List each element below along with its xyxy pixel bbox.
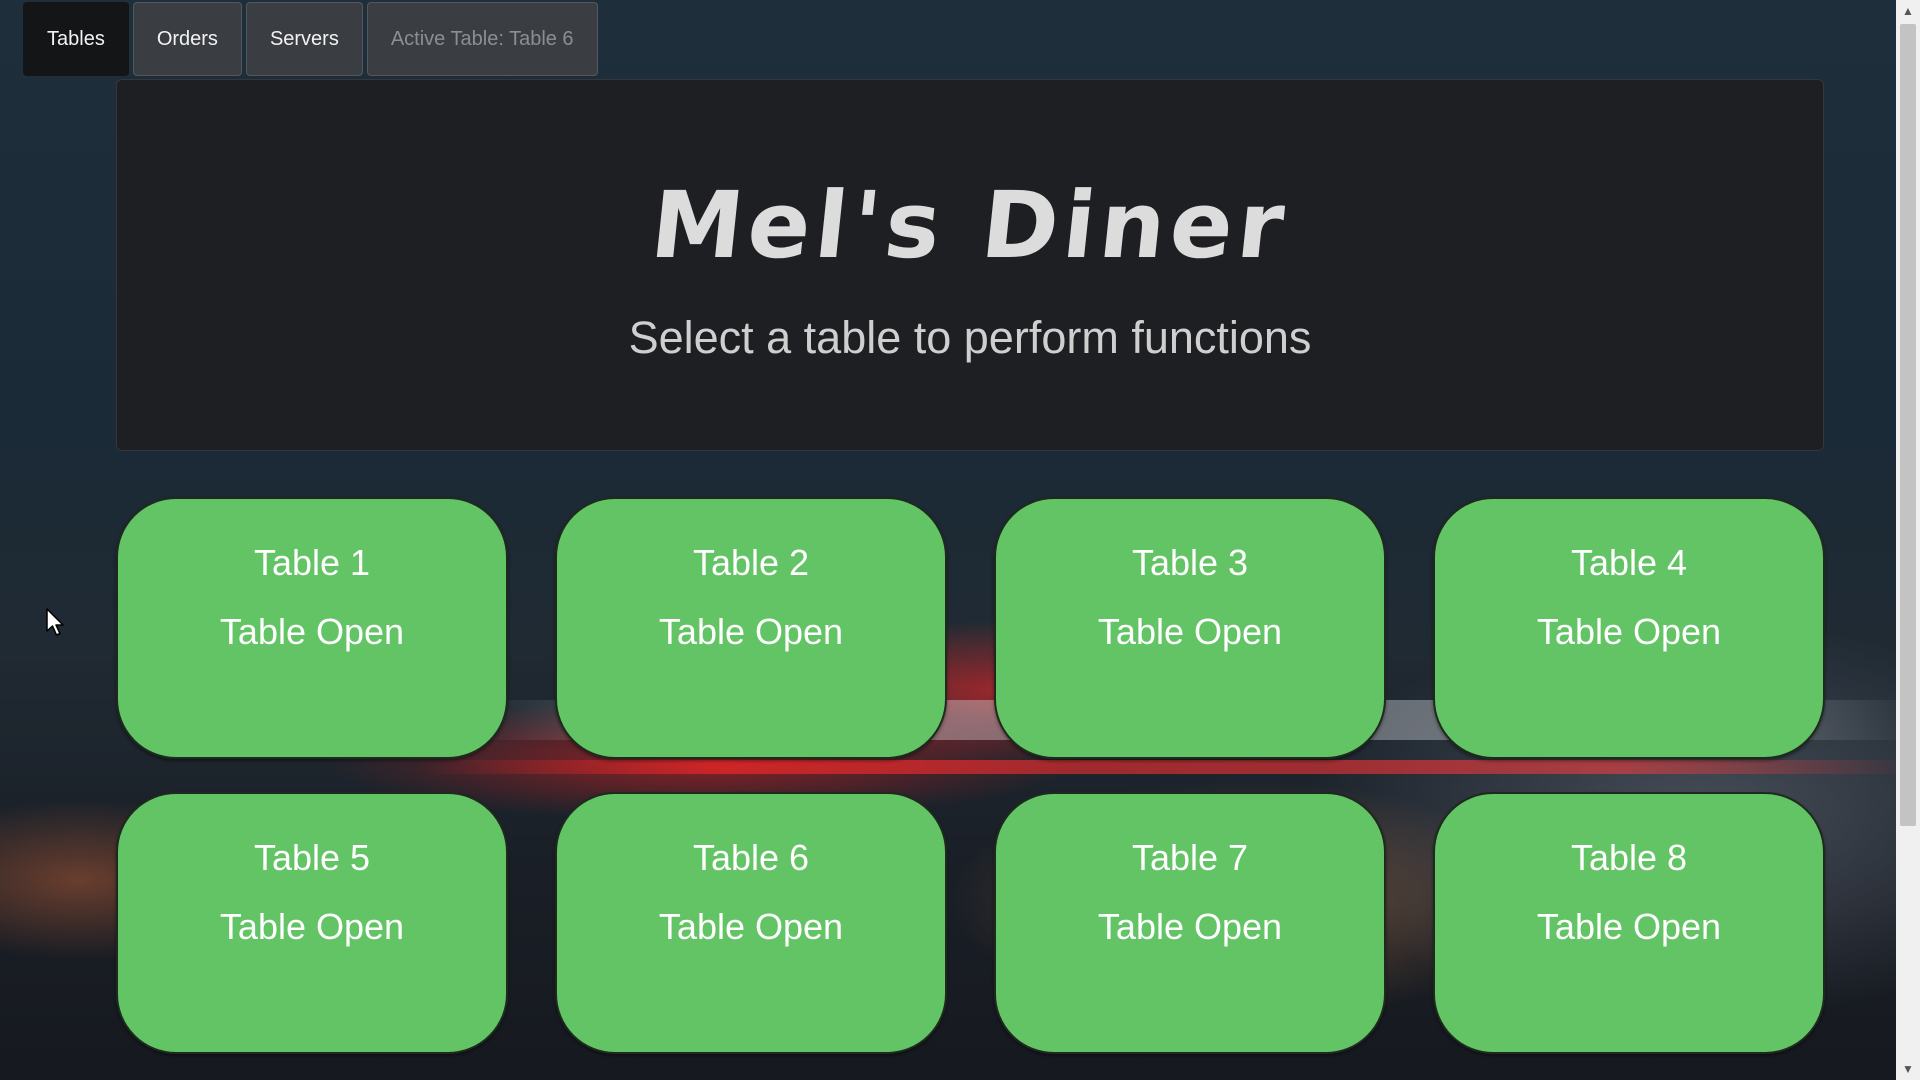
table-card-3[interactable]: Table 3 Table Open [994,497,1386,759]
mouse-pointer-icon [46,608,64,636]
table-card-7[interactable]: Table 7 Table Open [994,792,1386,1054]
table-card-4[interactable]: Table 4 Table Open [1433,497,1825,759]
table-card-2[interactable]: Table 2 Table Open [555,497,947,759]
table-name: Table 6 [692,837,810,878]
page-title: Mel's Diner [646,172,1294,279]
nav-tab-servers[interactable]: Servers [245,2,363,76]
table-card-1[interactable]: Table 1 Table Open [116,497,508,759]
nav-tab-tables[interactable]: Tables [23,2,129,76]
table-card-8[interactable]: Table 8 Table Open [1433,792,1825,1054]
page-subtitle: Select a table to perform functions [628,312,1312,363]
chevron-down-icon[interactable]: ▼ [1896,1058,1920,1080]
nav-active-table-indicator: Active Table: Table 6 [366,2,598,76]
table-status: Table Open [1536,611,1722,652]
table-status: Table Open [219,906,405,947]
table-name: Table 4 [1570,542,1688,583]
table-name: Table 5 [253,837,371,878]
table-name: Table 2 [692,542,810,583]
table-status: Table Open [1536,906,1722,947]
table-status: Table Open [219,611,405,652]
table-status: Table Open [1097,906,1283,947]
table-status: Table Open [658,906,844,947]
table-card-5[interactable]: Table 5 Table Open [116,792,508,1054]
table-name: Table 1 [253,542,371,583]
table-name: Table 7 [1131,837,1249,878]
table-name: Table 8 [1570,837,1688,878]
table-grid: Table 1 Table Open Table 2 Table Open Ta… [116,497,1825,1054]
scrollbar-thumb[interactable] [1900,24,1916,826]
table-status: Table Open [1097,611,1283,652]
table-name: Table 3 [1131,542,1249,583]
chevron-up-icon[interactable]: ▲ [1896,0,1920,22]
table-card-6[interactable]: Table 6 Table Open [555,792,947,1054]
hero-banner: Mel's Diner Select a table to perform fu… [116,79,1824,451]
table-status: Table Open [658,611,844,652]
vertical-scrollbar[interactable]: ▲ ▼ [1896,0,1920,1080]
nav-tab-orders[interactable]: Orders [132,2,242,76]
top-navbar: Tables Orders Servers Active Table: Tabl… [23,2,598,76]
